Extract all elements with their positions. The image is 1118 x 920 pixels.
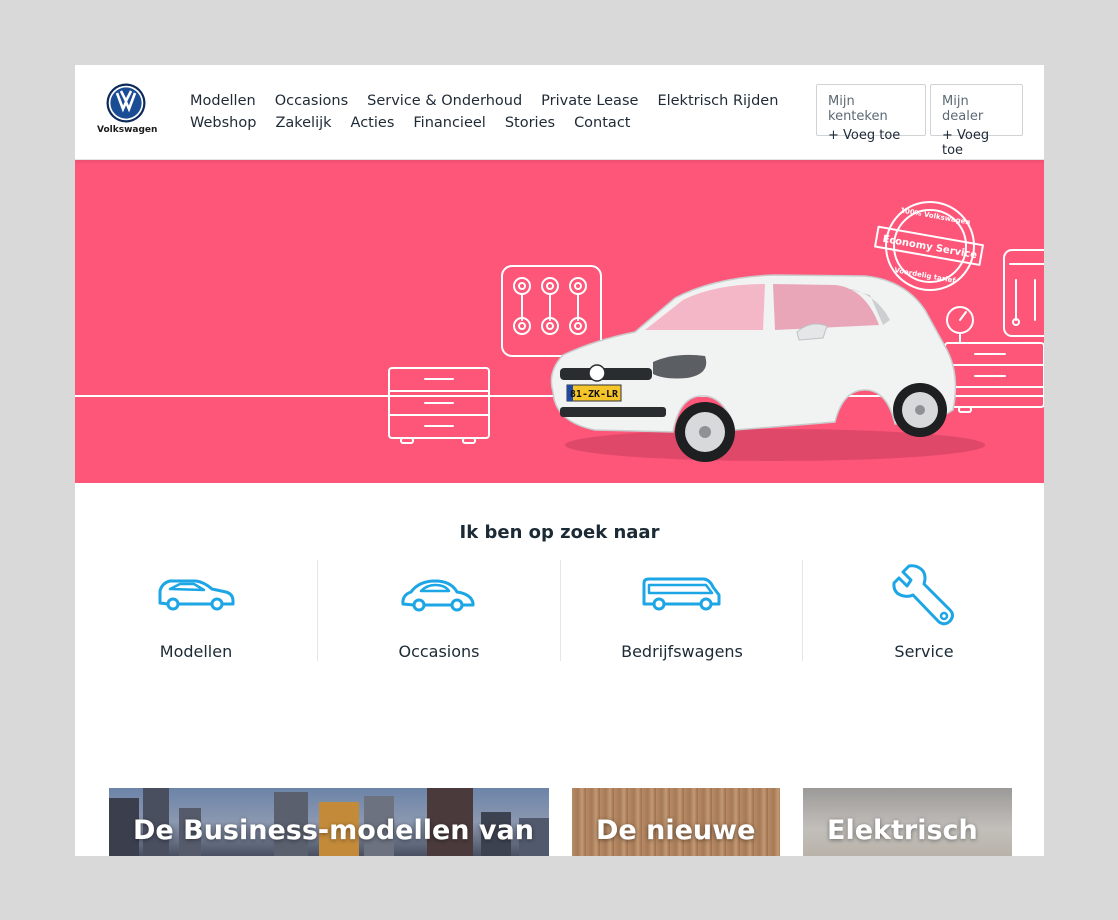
mijn-dealer-add: + Voeg toe bbox=[942, 128, 990, 158]
nav-item-service-onderhoud[interactable]: Service & Onderhoud bbox=[367, 93, 522, 109]
nav-item-occasions[interactable]: Occasions bbox=[275, 93, 348, 109]
hero-illustration: Economy Service 100% Volkswagen Voordeli… bbox=[75, 201, 1044, 462]
site-header: Volkswagen Modellen Occasions Service & … bbox=[75, 65, 1044, 160]
nav-item-zakelijk[interactable]: Zakelijk bbox=[275, 115, 331, 131]
category-service[interactable]: Service bbox=[803, 560, 1044, 661]
spanner-board-icon bbox=[501, 265, 602, 357]
license-plate-text: 81-ZK-LR bbox=[570, 389, 619, 400]
mijn-dealer-label: Mijn dealer bbox=[942, 94, 984, 124]
nav-item-financieel[interactable]: Financieel bbox=[413, 115, 485, 131]
category-modellen[interactable]: Modellen bbox=[75, 560, 317, 661]
nav-item-modellen[interactable]: Modellen bbox=[190, 93, 256, 109]
mijn-dealer-button[interactable]: Mijn dealer + Voeg toe bbox=[930, 84, 1023, 158]
nav-item-elektrisch-rijden[interactable]: Elektrisch Rijden bbox=[657, 93, 778, 109]
promo-card-elektrisch[interactable]: Elektrisch bbox=[803, 788, 1012, 856]
hero-banner[interactable]: Economy Service 100% Volkswagen Voordeli… bbox=[75, 160, 1044, 483]
category-occasions[interactable]: Occasions bbox=[318, 560, 560, 661]
drawer-cabinet-icon bbox=[388, 367, 490, 444]
tool-board-icon bbox=[1003, 249, 1044, 337]
category-label: Modellen bbox=[159, 642, 233, 661]
category-label: Bedrijfswagens bbox=[621, 642, 743, 661]
main-nav-row-2: Webshop Zakelijk Acties Financieel Stori… bbox=[190, 115, 649, 131]
van-icon bbox=[642, 577, 721, 611]
gauge-icon bbox=[946, 306, 974, 344]
wrench-icon bbox=[892, 564, 954, 626]
promo-card-title: De nieuwe bbox=[596, 815, 756, 846]
nav-item-private-lease[interactable]: Private Lease bbox=[541, 93, 638, 109]
promo-card-title: De Business-modellen van bbox=[133, 815, 534, 846]
section-title: Ik ben op zoek naar bbox=[459, 522, 660, 543]
promo-card-title: Elektrisch bbox=[827, 815, 978, 846]
vw-emblem-icon bbox=[106, 83, 146, 123]
brand-name: Volkswagen bbox=[97, 125, 158, 135]
mijn-kenteken-add: + Voeg toe bbox=[828, 128, 901, 143]
mijn-kenteken-button[interactable]: Mijn kenteken + Voeg toe bbox=[816, 84, 926, 143]
page: Volkswagen Modellen Occasions Service & … bbox=[75, 65, 1044, 856]
promo-card-business[interactable]: De Business-modellen van bbox=[109, 788, 549, 856]
promo-card-nieuwe[interactable]: De nieuwe bbox=[572, 788, 780, 856]
category-label: Service bbox=[894, 642, 954, 661]
main-nav-row-1: Modellen Occasions Service & Onderhoud P… bbox=[190, 93, 797, 109]
nav-item-contact[interactable]: Contact bbox=[574, 115, 630, 131]
car-image bbox=[550, 274, 985, 462]
vw-logo[interactable]: Volkswagen bbox=[97, 83, 158, 145]
mijn-kenteken-label: Mijn kenteken bbox=[828, 94, 888, 124]
nav-item-acties[interactable]: Acties bbox=[351, 115, 395, 131]
right-cabinet-icon bbox=[944, 342, 1044, 413]
beetle-car-icon bbox=[401, 579, 475, 612]
nav-item-webshop[interactable]: Webshop bbox=[190, 115, 256, 131]
category-bedrijfswagens[interactable]: Bedrijfswagens bbox=[561, 560, 803, 661]
category-label: Occasions bbox=[398, 642, 480, 661]
nav-item-stories[interactable]: Stories bbox=[505, 115, 555, 131]
car-icon bbox=[158, 579, 235, 611]
